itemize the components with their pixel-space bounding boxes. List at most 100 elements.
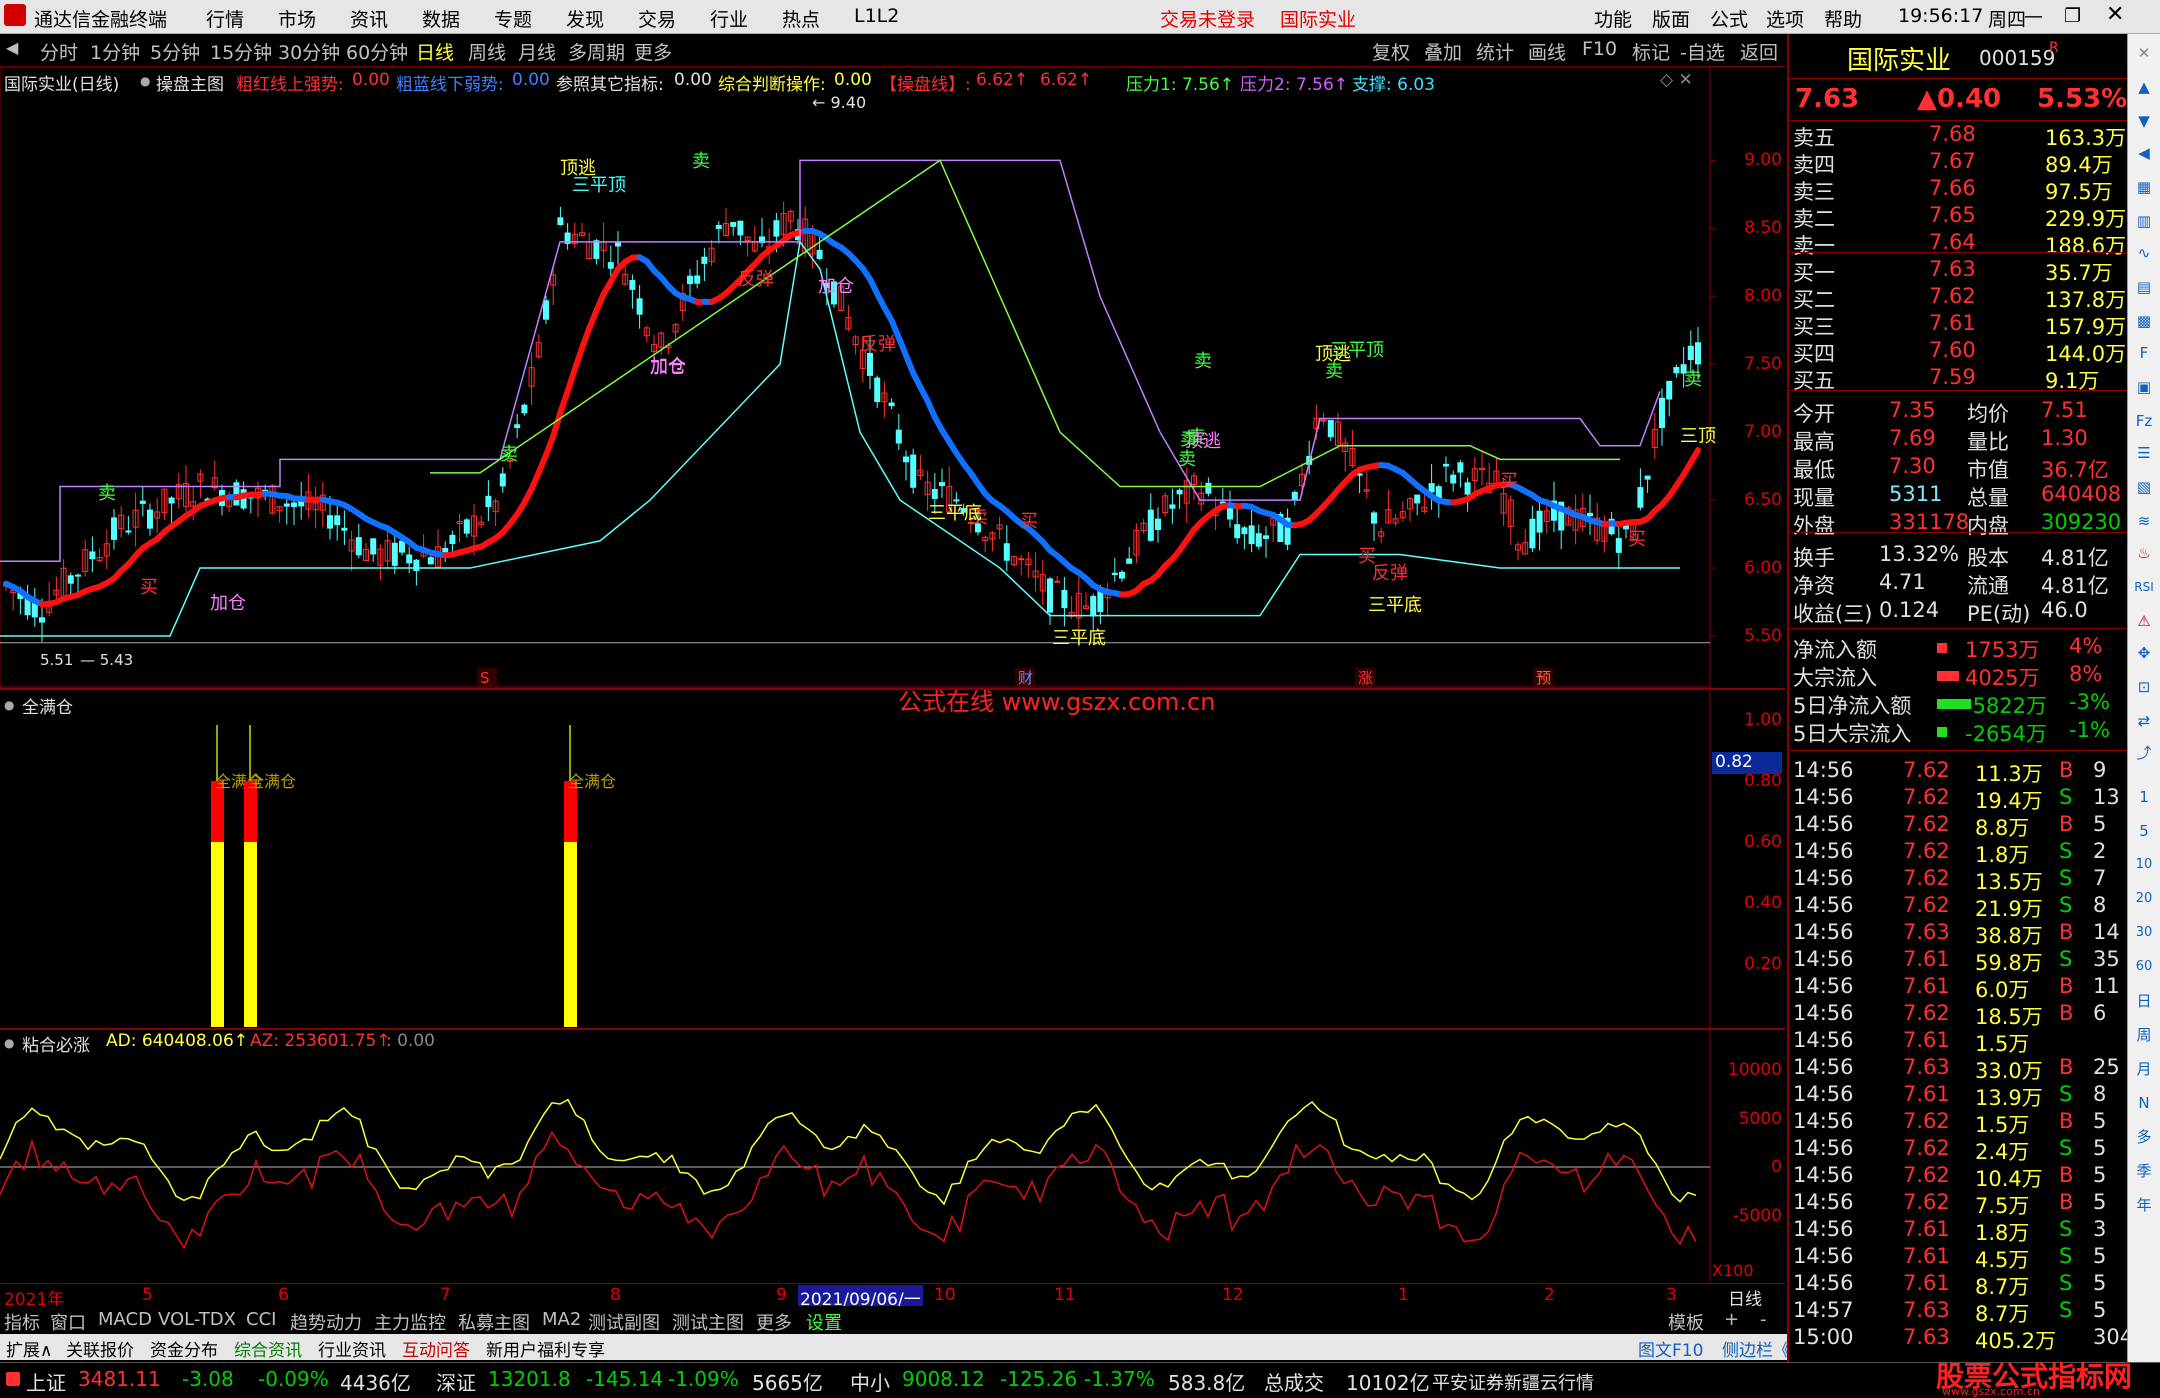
- sz-label[interactable]: 深证: [436, 1367, 476, 1396]
- period-daily[interactable]: 日线: [416, 38, 454, 65]
- line-icon[interactable]: ∿: [2131, 240, 2157, 266]
- tab-f10-graphic[interactable]: 图文F10: [1638, 1336, 1703, 1361]
- tab-settings[interactable]: 设置: [806, 1309, 842, 1335]
- period-month[interactable]: 月: [2131, 1056, 2157, 1082]
- period-multi-btn[interactable]: 多: [2131, 1124, 2157, 1150]
- period-30min[interactable]: 30分钟: [278, 38, 340, 65]
- period-multi[interactable]: 多周期: [568, 38, 625, 65]
- move-icon[interactable]: ✥: [2131, 640, 2157, 666]
- fz-icon[interactable]: Fz: [2131, 408, 2157, 434]
- tab-trend[interactable]: 趋势动力: [290, 1309, 362, 1335]
- period-1min[interactable]: 1分钟: [90, 38, 140, 65]
- x-icon[interactable]: ✕: [2131, 40, 2157, 66]
- period-n[interactable]: N: [2131, 1090, 2157, 1116]
- tab-fund-distribution[interactable]: 资金分布: [150, 1336, 218, 1361]
- collapse-icon[interactable]: ◀: [6, 38, 18, 57]
- login-status[interactable]: 交易未登录: [1160, 5, 1255, 32]
- tab-expand[interactable]: 扩展∧: [6, 1336, 52, 1361]
- menu-function[interactable]: 功能: [1594, 5, 1632, 32]
- menu-formula[interactable]: 公式: [1710, 5, 1748, 32]
- arrow-up-icon[interactable]: ▲: [2131, 74, 2157, 100]
- add-pane-button[interactable]: +: [1724, 1309, 1739, 1330]
- btn-overlay[interactable]: 叠加: [1424, 38, 1462, 65]
- btn-remove-fav[interactable]: -自选: [1680, 38, 1725, 65]
- list-icon[interactable]: ☰: [2131, 440, 2157, 466]
- tab-qa[interactable]: 互动问答: [402, 1336, 470, 1361]
- sh-label[interactable]: 上证: [26, 1367, 66, 1396]
- period-10[interactable]: 10: [2131, 852, 2157, 878]
- menu-data[interactable]: 数据: [422, 5, 460, 32]
- tab-test-main[interactable]: 测试主图: [672, 1309, 744, 1335]
- period-more[interactable]: 更多: [634, 38, 672, 65]
- menu-l1l2[interactable]: L1L2: [854, 5, 899, 27]
- close-icon[interactable]: ✕: [2106, 2, 2124, 27]
- export-icon[interactable]: ⤴: [2131, 740, 2157, 766]
- btn-stats[interactable]: 统计: [1476, 38, 1514, 65]
- tab-indicator[interactable]: 指标: [4, 1309, 40, 1335]
- rsi-button[interactable]: RSI: [2131, 574, 2157, 600]
- tab-macd[interactable]: MACD: [98, 1309, 152, 1330]
- arrow-down-icon[interactable]: ▼: [2131, 108, 2157, 134]
- kline-icon[interactable]: ▥: [2131, 208, 2157, 234]
- tab-industry-news[interactable]: 行业资讯: [318, 1336, 386, 1361]
- period-5min[interactable]: 5分钟: [150, 38, 200, 65]
- arrow-left-icon[interactable]: ◀: [2131, 140, 2157, 166]
- sub1-title[interactable]: 全满仓: [22, 693, 73, 718]
- restore-icon[interactable]: ❐: [2064, 5, 2081, 27]
- period-1[interactable]: 1: [2131, 784, 2157, 810]
- period-15min[interactable]: 15分钟: [210, 38, 272, 65]
- minimize-icon[interactable]: —: [2024, 5, 2043, 27]
- period-week[interactable]: 周: [2131, 1022, 2157, 1048]
- wave-icon[interactable]: ≋: [2131, 508, 2157, 534]
- period-year[interactable]: 年: [2131, 1192, 2157, 1218]
- f10-icon[interactable]: F: [2131, 340, 2157, 366]
- menu-layout[interactable]: 版面: [1652, 5, 1690, 32]
- menu-discover[interactable]: 发现: [566, 5, 604, 32]
- period-day[interactable]: 日: [2131, 988, 2157, 1014]
- tab-related-quote[interactable]: 关联报价: [66, 1336, 134, 1361]
- menu-news[interactable]: 资讯: [350, 5, 388, 32]
- btn-draw[interactable]: 画线: [1528, 38, 1566, 65]
- btn-f10[interactable]: F10: [1582, 38, 1617, 60]
- tab-vol[interactable]: VOL-TDX: [158, 1309, 236, 1330]
- chart-icon[interactable]: ▦: [2131, 174, 2157, 200]
- menu-market[interactable]: 市场: [278, 5, 316, 32]
- tab-test-sub[interactable]: 测试副图: [588, 1309, 660, 1335]
- alert-icon[interactable]: ⚠: [2131, 608, 2157, 634]
- period-60min[interactable]: 60分钟: [346, 38, 408, 65]
- tab-main-monitor[interactable]: 主力监控: [374, 1309, 446, 1335]
- table-icon[interactable]: ▣: [2131, 374, 2157, 400]
- fire-icon[interactable]: ♨: [2131, 540, 2157, 566]
- menu-trade[interactable]: 交易: [638, 5, 676, 32]
- period-tick[interactable]: 分时: [40, 38, 78, 65]
- sub2-title[interactable]: 粘合必涨: [22, 1031, 90, 1056]
- compare-icon[interactable]: ⇄: [2131, 708, 2157, 734]
- menu-options[interactable]: 选项: [1766, 5, 1804, 32]
- kline-chart[interactable]: ← 9.405.51— 5.43卖顶逃三平顶卖反弹加仓卖加仓卖加仓买加仓反弹卖三…: [0, 67, 1785, 1283]
- grid-icon[interactable]: ▩: [2131, 308, 2157, 334]
- menu-quotes[interactable]: 行情: [206, 5, 244, 32]
- menu-industry[interactable]: 行业: [710, 5, 748, 32]
- tab-new-user[interactable]: 新用户福利专享: [486, 1336, 605, 1361]
- menu-topics[interactable]: 专题: [494, 5, 532, 32]
- period-20[interactable]: 20: [2131, 886, 2157, 912]
- period-monthly[interactable]: 月线: [518, 38, 556, 65]
- tab-sidebar[interactable]: 侧边栏《: [1722, 1336, 1790, 1361]
- zx-label[interactable]: 中小: [850, 1367, 890, 1396]
- lock-icon[interactable]: ⊡: [2131, 674, 2157, 700]
- menu-hot[interactable]: 热点: [782, 5, 820, 32]
- sub1-dropdown-icon[interactable]: ●: [4, 698, 14, 712]
- remove-pane-button[interactable]: -: [1760, 1309, 1767, 1330]
- tab-private[interactable]: 私募主图: [458, 1309, 530, 1335]
- tab-cci[interactable]: CCI: [246, 1309, 276, 1330]
- sub2-dropdown-icon[interactable]: ●: [4, 1036, 14, 1050]
- bars-icon[interactable]: ▤: [2131, 274, 2157, 300]
- period-quarter[interactable]: 季: [2131, 1158, 2157, 1184]
- btn-adjust[interactable]: 复权: [1372, 38, 1410, 65]
- tab-ma2[interactable]: MA2: [542, 1309, 581, 1330]
- period-60[interactable]: 60: [2131, 954, 2157, 980]
- btn-mark[interactable]: 标记: [1632, 38, 1670, 65]
- period-5[interactable]: 5: [2131, 818, 2157, 844]
- layer-icon[interactable]: ▧: [2131, 474, 2157, 500]
- tab-news[interactable]: 综合资讯: [234, 1336, 302, 1361]
